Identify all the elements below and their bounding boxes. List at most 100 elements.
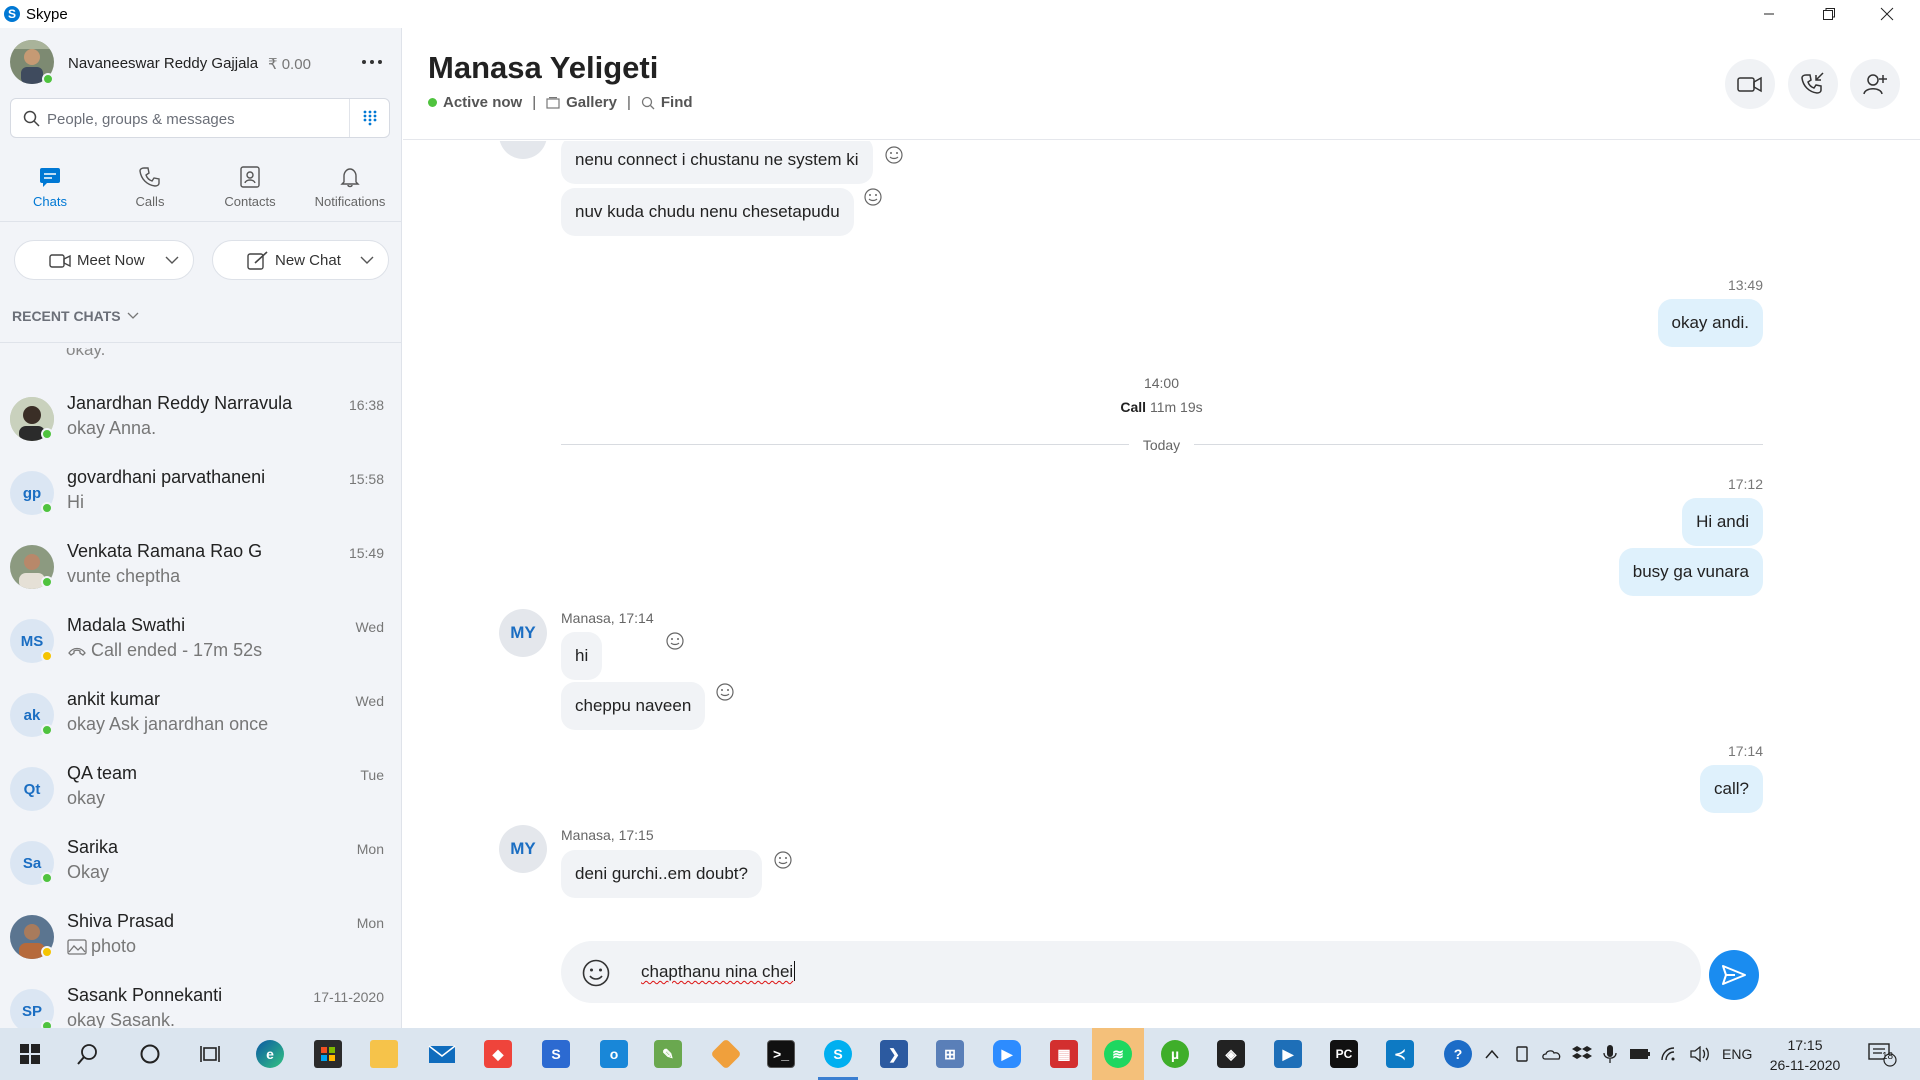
message-bubble-out[interactable]: okay andi.: [1657, 299, 1763, 347]
search-input[interactable]: [47, 107, 347, 131]
utorrent-icon[interactable]: µ: [1157, 1036, 1193, 1072]
chat-snippet-text: Hi: [67, 492, 84, 512]
chat-time: Wed: [355, 693, 384, 709]
chat-item[interactable]: MS Madala Swathi Call ended - 17m 52s We…: [0, 607, 401, 681]
online-status-dot: [41, 502, 53, 514]
profile-credit[interactable]: ₹ 0.00: [268, 55, 311, 73]
pycharm-icon[interactable]: PC: [1326, 1036, 1362, 1072]
tab-chats[interactable]: Chats: [0, 160, 100, 230]
smiley-reaction-icon[interactable]: [665, 631, 685, 651]
meet-now-button[interactable]: Meet Now: [14, 240, 194, 280]
cortana-icon[interactable]: [132, 1036, 168, 1072]
minimize-button[interactable]: [1746, 0, 1792, 28]
message-bubble-in[interactable]: deni gurchi..em doubt?: [561, 850, 762, 898]
search-icon: [23, 110, 40, 127]
video-call-button[interactable]: [1725, 59, 1775, 109]
file-explorer-icon[interactable]: [366, 1036, 402, 1072]
smiley-reaction-icon[interactable]: [773, 850, 793, 870]
chat-item[interactable]: Qt QA team okay Tue: [0, 755, 401, 829]
windows-start-icon[interactable]: [12, 1036, 48, 1072]
gallery-icon: [546, 96, 560, 109]
powershell-icon[interactable]: ❯: [876, 1036, 912, 1072]
chevron-down-icon[interactable]: [360, 255, 374, 265]
message-bubble-out[interactable]: call?: [1700, 765, 1763, 813]
chat-snippet: Call ended - 17m 52s: [67, 640, 262, 661]
smiley-reaction-icon[interactable]: [863, 187, 883, 207]
audio-call-button[interactable]: [1788, 59, 1838, 109]
chevron-down-icon[interactable]: [165, 255, 179, 265]
mail-icon[interactable]: [424, 1036, 460, 1072]
message-bubble-in[interactable]: cheppu naveen: [561, 682, 706, 730]
tab-contacts[interactable]: Contacts: [200, 160, 300, 230]
close-window-button[interactable]: [1864, 0, 1910, 28]
conversation-header: Manasa Yeligeti Active now | Gallery | F…: [403, 28, 1920, 140]
smiley-reaction-icon[interactable]: [884, 145, 904, 165]
chat-item[interactable]: ak ankit kumar okay Ask janardhan once W…: [0, 681, 401, 755]
system-clock[interactable]: 17:15 26-11-2020: [1755, 1035, 1855, 1075]
message-bubble-in[interactable]: hi: [561, 632, 603, 680]
terminal-icon[interactable]: >_: [763, 1036, 799, 1072]
dialpad-icon[interactable]: [349, 99, 389, 137]
unity-icon[interactable]: ◈: [1213, 1036, 1249, 1072]
anydesk-icon[interactable]: ◆: [480, 1036, 516, 1072]
restore-button[interactable]: [1806, 0, 1852, 28]
clock-time: 17:15: [1787, 1037, 1823, 1053]
chat-snippet-text: okay Ask janardhan once: [67, 714, 269, 734]
language-indicator[interactable]: ENG: [1722, 1046, 1752, 1062]
chat-item[interactable]: Janardhan Reddy Narravula okay Anna. 16:…: [0, 385, 401, 459]
recent-chats-header[interactable]: RECENT CHATS: [12, 308, 139, 324]
spotify-icon[interactable]: ≋: [1100, 1036, 1136, 1072]
tab-notifications[interactable]: Notifications: [300, 160, 400, 230]
search-box[interactable]: [10, 98, 390, 138]
emoji-icon[interactable]: [581, 958, 611, 988]
message-bubble-in[interactable]: nenu connect i chustanu ne system ki: [561, 141, 873, 184]
vscode-icon[interactable]: ≺: [1382, 1036, 1418, 1072]
message-input[interactable]: chapthanu nina chei: [641, 961, 796, 982]
message-bubble-in[interactable]: nuv kuda chudu nenu chesetapudu: [561, 188, 854, 236]
paint-icon[interactable]: ✎: [650, 1036, 686, 1072]
chat-name: Venkata Ramana Rao G: [67, 541, 263, 561]
zoom-icon[interactable]: ▶: [989, 1036, 1025, 1072]
visual-studio-icon[interactable]: S: [538, 1036, 574, 1072]
edge-icon[interactable]: e: [252, 1036, 288, 1072]
chat-item[interactable]: Sa Sarika Okay Mon: [0, 829, 401, 903]
tab-calls[interactable]: Calls: [100, 160, 200, 230]
meet-now-label: Meet Now: [77, 251, 145, 269]
call-summary[interactable]: Call 11m 19s: [403, 399, 1920, 415]
skype-icon[interactable]: S: [820, 1036, 856, 1072]
message-bubble-out[interactable]: busy ga vunara: [1618, 548, 1763, 596]
git-icon[interactable]: [708, 1036, 744, 1072]
find-link[interactable]: Find: [641, 94, 693, 111]
away-status-dot: [41, 650, 53, 662]
profile-name[interactable]: Navaneeswar Reddy Gajjala: [68, 55, 258, 72]
message-composer[interactable]: chapthanu nina chei: [561, 941, 1701, 1003]
chat-item[interactable]: gp govardhani parvathaneni Hi 15:58: [0, 459, 401, 533]
chat-item[interactable]: SP Sasank Ponnekanti okay Sasank. 17-11-…: [0, 977, 401, 1028]
volume-icon[interactable]: [1682, 1036, 1718, 1072]
chat-name: ankit kumar: [67, 689, 161, 709]
add-people-button[interactable]: [1850, 59, 1900, 109]
message-bubble-out[interactable]: Hi andi: [1682, 498, 1763, 546]
send-button[interactable]: [1709, 950, 1759, 1000]
store-icon[interactable]: [310, 1036, 346, 1072]
call-time: 14:00: [1143, 375, 1180, 391]
smiley-reaction-icon[interactable]: [715, 682, 735, 702]
task-view-icon[interactable]: [192, 1036, 228, 1072]
chevron-down-icon: [127, 312, 139, 320]
network-icon[interactable]: ⊞: [932, 1036, 968, 1072]
image-icon: [67, 938, 87, 955]
player-icon[interactable]: ▶: [1270, 1036, 1306, 1072]
calendar-icon[interactable]: ▦: [1046, 1036, 1082, 1072]
chat-snippet-text: okay Anna.: [67, 418, 157, 438]
search-icon[interactable]: [70, 1036, 106, 1072]
new-chat-button[interactable]: New Chat: [212, 240, 389, 280]
profile-header[interactable]: Navaneeswar Reddy Gajjala ₹ 0.00: [10, 40, 390, 88]
skype-business-icon[interactable]: o: [596, 1036, 632, 1072]
chat-item[interactable]: Venkata Ramana Rao G vunte cheptha 15:49: [0, 533, 401, 607]
more-options-icon[interactable]: [354, 50, 390, 74]
chat-item[interactable]: Shiva Prasad photo Mon: [0, 903, 401, 977]
help-icon[interactable]: ?: [1440, 1036, 1476, 1072]
gallery-link[interactable]: Gallery: [546, 94, 617, 111]
conversation-title[interactable]: Manasa Yeligeti: [428, 50, 658, 86]
divider: [0, 342, 401, 343]
